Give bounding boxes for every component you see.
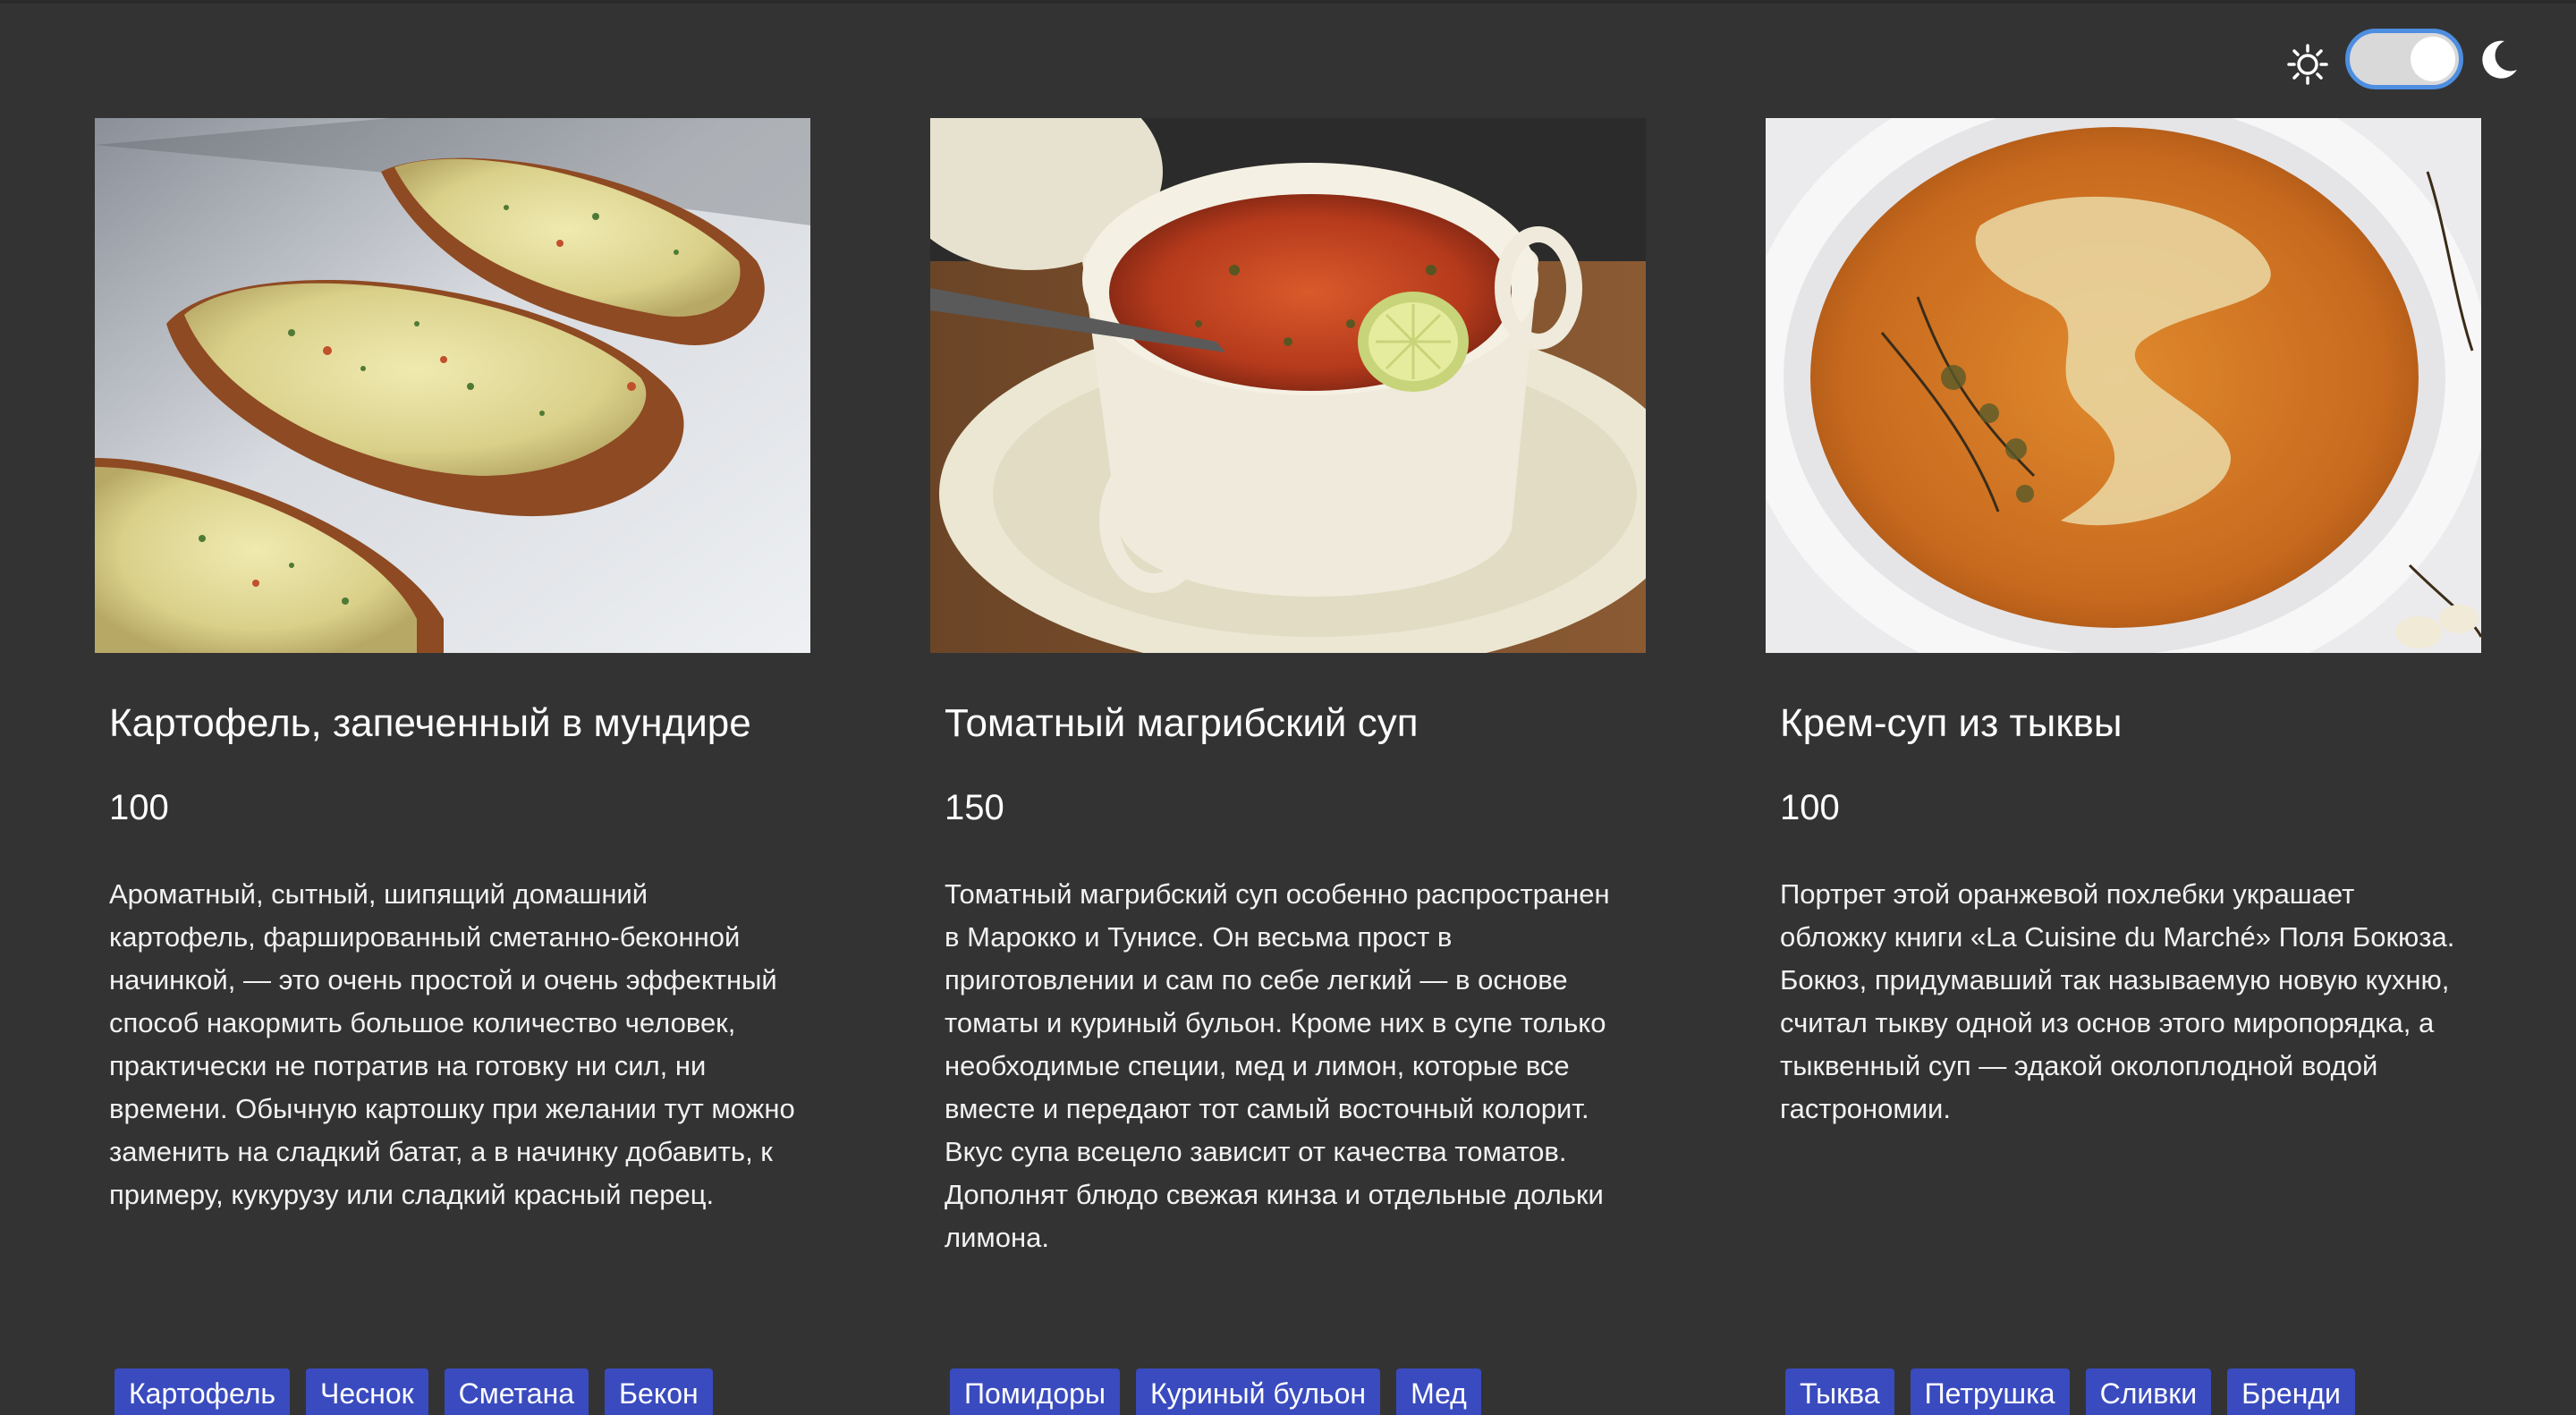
ingredient-tag[interactable]: Бренди [2227, 1368, 2355, 1415]
recipe-image-tomato-soup [930, 118, 1646, 653]
recipe-price: 150 [945, 788, 1004, 827]
theme-toggle[interactable] [2345, 29, 2463, 89]
ingredient-tag[interactable]: Картофель [114, 1368, 291, 1415]
recipe-title: Крем-суп из тыквы [1780, 701, 2123, 745]
ingredient-tag[interactable]: Куриный бульон [1135, 1368, 1381, 1415]
recipe-page: Картофель, запеченный в мундире 100 Аром… [0, 0, 2576, 1415]
top-border [0, 0, 2576, 4]
recipe-title: Картофель, запеченный в мундире [109, 701, 751, 745]
ingredient-tag[interactable]: Сметана [444, 1368, 589, 1415]
recipe-card: Картофель, запеченный в мундире 100 Аром… [95, 118, 810, 1415]
ingredient-tag[interactable]: Чеснок [306, 1368, 428, 1415]
ingredient-tag[interactable]: Помидоры [950, 1368, 1120, 1415]
ingredient-tag[interactable]: Петрушка [1910, 1368, 2070, 1415]
ingredient-tag[interactable]: Мед [1396, 1368, 1481, 1415]
ingredient-tag[interactable]: Тыква [1785, 1368, 1894, 1415]
recipe-card: Томатный магрибский суп 150 Томатный маг… [930, 118, 1646, 1415]
theme-switcher [2286, 27, 2519, 95]
recipe-image-pumpkin-soup [1766, 118, 2481, 653]
ingredient-tags: Картофель Чеснок Сметана Бекон [114, 1368, 713, 1415]
recipe-price: 100 [1780, 788, 1840, 827]
recipe-image-potatoes [95, 118, 810, 653]
ingredient-tag[interactable]: Сливки [2085, 1368, 2212, 1415]
moon-icon [2482, 40, 2517, 79]
ingredient-tag[interactable]: Бекон [605, 1368, 713, 1415]
recipe-description: Ароматный, сытный, шипящий домашний карт… [109, 878, 795, 1210]
ingredient-tags: Помидоры Куриный бульон Мед [950, 1368, 1481, 1415]
theme-toggle-knob [2411, 37, 2455, 81]
ingredient-tags: Тыква Петрушка Сливки Бренди [1785, 1368, 2355, 1415]
recipe-price: 100 [109, 788, 169, 827]
recipe-description: Портрет этой оранжевой похлебки украшает… [1780, 878, 2455, 1124]
recipe-title: Томатный магрибский суп [945, 701, 1419, 745]
recipe-description: Томатный магрибский суп особенно распрос… [945, 878, 1610, 1253]
recipe-card: Крем-суп из тыквы 100 Портрет этой оранж… [1766, 118, 2481, 1415]
sun-icon [2287, 44, 2328, 85]
